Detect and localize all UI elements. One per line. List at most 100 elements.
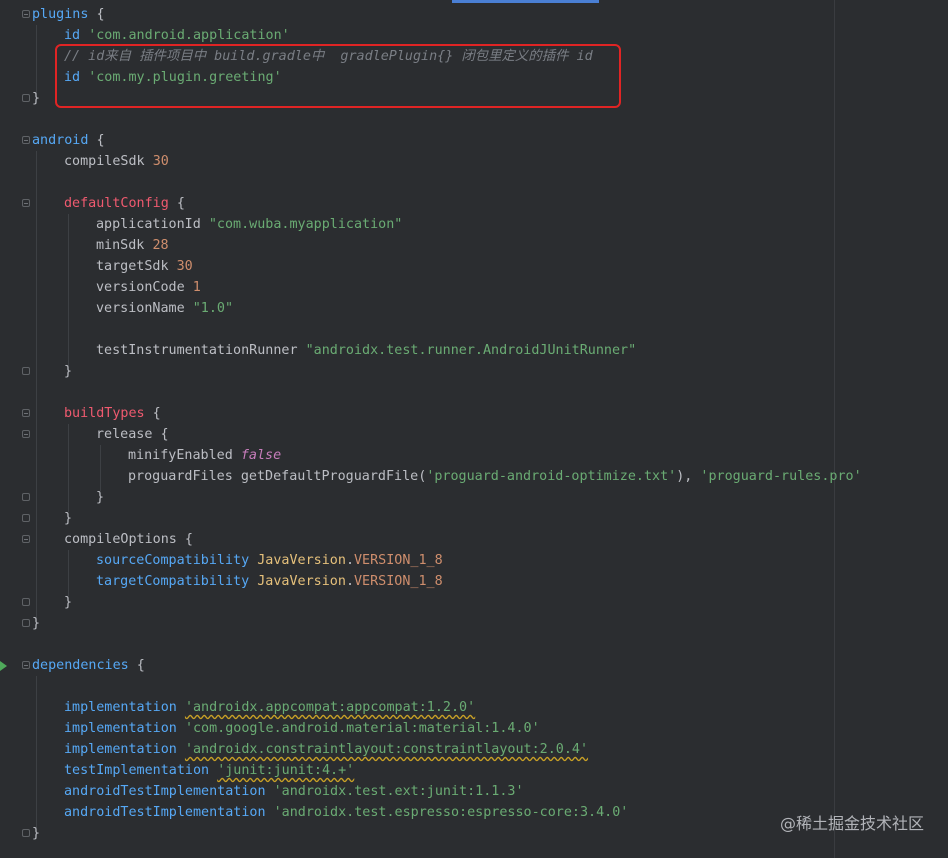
fold-plugins-end-icon[interactable]: [22, 94, 30, 102]
code-line: versionName "1.0": [96, 298, 233, 319]
token-string: 'com.google.android.material:material:1.…: [184, 721, 540, 736]
token-property: targetCompatibility: [96, 574, 250, 589]
token-brace: {: [88, 133, 105, 148]
code-line: compileSdk 30: [64, 151, 169, 172]
code-line: minSdk 28: [96, 235, 169, 256]
token-brace: {: [88, 7, 105, 22]
code-line: id 'com.android.application': [64, 25, 290, 46]
token-android-test-implementation: androidTestImplementation: [64, 784, 266, 799]
code-line: buildTypes {: [64, 403, 161, 424]
token-function: getDefaultProguardFile(: [240, 469, 427, 484]
token-string: 'androidx.test.ext:junit:1.1.3': [273, 784, 524, 799]
token-plugins: plugins: [32, 7, 89, 22]
token-brace: {: [144, 406, 161, 421]
token-constant: VERSION_1_8: [354, 574, 443, 589]
code-line: android {: [32, 130, 105, 151]
code-line: }: [64, 508, 72, 529]
code-line: defaultConfig {: [64, 193, 185, 214]
token-brace: }: [64, 364, 73, 379]
token-ident: versionName: [96, 301, 185, 316]
fold-release-end-icon[interactable]: [22, 493, 30, 501]
token-class: JavaVersion: [257, 553, 346, 568]
active-tab-indicator: [452, 0, 599, 3]
token-test-implementation: testImplementation: [64, 763, 210, 778]
token-android-test-implementation: androidTestImplementation: [64, 805, 266, 820]
token-brace: {: [168, 196, 185, 211]
code-line: plugins {: [32, 4, 105, 25]
code-line: implementation 'androidx.appcompat:appco…: [64, 697, 475, 718]
token-brace: }: [32, 826, 41, 841]
token-ident: versionCode: [96, 280, 185, 295]
run-gutter-icon[interactable]: [0, 661, 7, 671]
fold-plugins-icon[interactable]: [22, 10, 30, 18]
fold-defaultconfig-end-icon[interactable]: [22, 367, 30, 375]
token-string: "com.wuba.myapplication": [208, 217, 403, 232]
token-implementation: implementation: [64, 700, 177, 715]
token-number: 30: [152, 154, 169, 169]
token-ident: minifyEnabled: [128, 448, 233, 463]
token-ident: applicationId: [96, 217, 201, 232]
token-number: 30: [176, 259, 193, 274]
indent-guide: [36, 151, 37, 621]
token-brace: {: [176, 532, 193, 547]
fold-buildtypes-end-icon[interactable]: [22, 514, 30, 522]
fold-dependencies-end-icon[interactable]: [22, 829, 30, 837]
indent-guide: [100, 445, 101, 491]
code-line: }: [64, 361, 72, 382]
indent-guide: [36, 25, 37, 94]
token-ident: testInstrumentationRunner: [96, 343, 298, 358]
token-brace: }: [96, 490, 105, 505]
token-brace: {: [152, 427, 169, 442]
code-line: }: [32, 88, 40, 109]
fold-dependencies-icon[interactable]: [22, 661, 30, 669]
token-id: id: [64, 28, 81, 43]
fold-android-icon[interactable]: [22, 136, 30, 144]
code-line: }: [32, 613, 40, 634]
code-line: }: [64, 592, 72, 613]
token-brace: }: [32, 616, 41, 631]
code-line: versionCode 1: [96, 277, 201, 298]
token-brace: {: [128, 658, 145, 673]
token-defaultconfig: defaultConfig: [64, 196, 169, 211]
token-implementation: implementation: [64, 742, 177, 757]
token-ident: compileOptions: [64, 532, 177, 547]
token-punct: .: [345, 553, 354, 568]
token-number: 28: [152, 238, 169, 253]
token-brace: }: [64, 595, 73, 610]
token-string: 'androidx.test.espresso:espresso-core:3.…: [273, 805, 629, 820]
token-ident: proguardFiles: [128, 469, 233, 484]
indent-guide: [36, 676, 37, 828]
fold-release-icon[interactable]: [22, 430, 30, 438]
code-line: implementation 'com.google.android.mater…: [64, 718, 540, 739]
code-line: dependencies {: [32, 655, 145, 676]
token-property: sourceCompatibility: [96, 553, 250, 568]
token-string: 'androidx.constraintlayout:constraintlay…: [184, 742, 589, 757]
fold-compileoptions-end-icon[interactable]: [22, 598, 30, 606]
code-editor[interactable]: plugins { id 'com.android.application' /…: [0, 0, 948, 858]
code-line: androidTestImplementation 'androidx.test…: [64, 802, 628, 823]
token-brace: }: [32, 91, 41, 106]
token-implementation: implementation: [64, 721, 177, 736]
fold-android-end-icon[interactable]: [22, 619, 30, 627]
token-string: "androidx.test.runner.AndroidJUnitRunner…: [305, 343, 637, 358]
indent-guide: [68, 550, 69, 596]
token-string: "1.0": [192, 301, 234, 316]
code-line: testImplementation 'junit:junit:4.+': [64, 760, 354, 781]
indent-guide: [68, 424, 69, 512]
token-ident: targetSdk: [96, 259, 169, 274]
token-class: JavaVersion: [257, 574, 346, 589]
code-line: targetCompatibility JavaVersion.VERSION_…: [96, 571, 443, 592]
token-constant: VERSION_1_8: [354, 553, 443, 568]
code-line: targetSdk 30: [96, 256, 193, 277]
token-ident: compileSdk: [64, 154, 145, 169]
code-line: minifyEnabled false: [128, 445, 281, 466]
token-number: 1: [192, 280, 201, 295]
fold-compileoptions-icon[interactable]: [22, 535, 30, 543]
token-buildtypes: buildTypes: [64, 406, 145, 421]
fold-defaultconfig-icon[interactable]: [22, 199, 30, 207]
token-string: 'com.android.application': [88, 28, 290, 43]
code-line: applicationId "com.wuba.myapplication": [96, 214, 402, 235]
watermark: @稀土掘金技术社区: [779, 814, 924, 833]
fold-buildtypes-icon[interactable]: [22, 409, 30, 417]
token-dependencies: dependencies: [32, 658, 129, 673]
